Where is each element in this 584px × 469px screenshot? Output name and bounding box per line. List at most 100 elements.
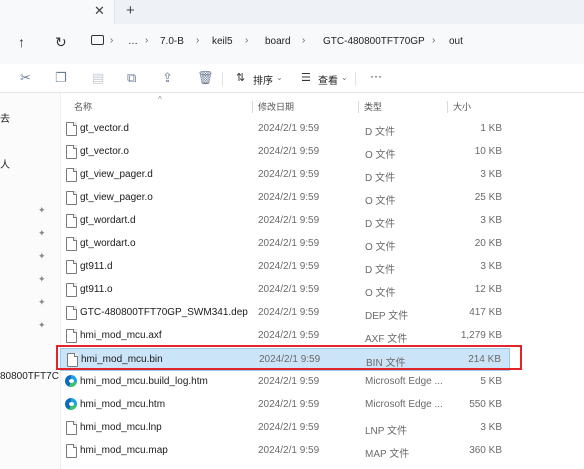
- file-type: LNP 文件: [365, 426, 408, 437]
- file-row[interactable]: hmi_mod_mcu.map 2024/2/1 9:59 MAP 文件 360 KB: [60, 440, 510, 463]
- up-icon[interactable]: ↑: [18, 34, 25, 50]
- file-icon: [66, 237, 77, 251]
- command-bar: ✂ ❐ ▤ ⧉ ⇪ 🗑 ⇅ 排序 ⌄ ☰ 查看 ⌄ ···: [0, 64, 584, 93]
- file-name: gt_vector.o: [80, 146, 129, 157]
- chevron-down-icon: ⌄: [276, 73, 283, 82]
- column-header-date[interactable]: 修改日期: [258, 100, 294, 113]
- file-date: 2024/2/1 9:59: [258, 169, 320, 180]
- file-icon: [66, 145, 77, 159]
- breadcrumb-item[interactable]: keil5: [212, 36, 233, 47]
- tab-current[interactable]: ✕: [0, 0, 115, 24]
- file-date: 2024/2/1 9:59: [258, 422, 320, 433]
- file-type: D 文件: [365, 219, 395, 230]
- edge-icon: [65, 398, 77, 410]
- view-button[interactable]: 查看: [318, 72, 338, 87]
- file-name: hmi_mod_mcu.lnp: [80, 422, 162, 433]
- column-header-type[interactable]: 类型: [364, 100, 382, 113]
- file-row[interactable]: gt_vector.o 2024/2/1 9:59 O 文件 10 KB: [60, 141, 510, 164]
- pin-icon: ✦: [38, 274, 46, 284]
- file-icon: [66, 122, 77, 136]
- file-icon: [66, 444, 77, 458]
- nav-item[interactable]: 人: [0, 156, 10, 171]
- file-name: gt911.o: [80, 284, 113, 295]
- breadcrumb-item[interactable]: out: [449, 36, 463, 47]
- annotation-highlight-box: [56, 345, 522, 370]
- file-type: D 文件: [365, 127, 395, 138]
- sort-indicator-icon: ^: [158, 95, 162, 104]
- file-icon: [66, 283, 77, 297]
- breadcrumb-item[interactable]: GTC-480800TFT70GP: [323, 36, 425, 47]
- file-size: 25 KB: [474, 192, 502, 203]
- file-row[interactable]: hmi_mod_mcu.lnp 2024/2/1 9:59 LNP 文件 3 KB: [60, 417, 510, 440]
- file-date: 2024/2/1 9:59: [258, 123, 320, 134]
- file-name: gt_wordart.d: [80, 215, 136, 226]
- file-size: 3 KB: [480, 422, 502, 433]
- file-date: 2024/2/1 9:59: [258, 261, 320, 272]
- breadcrumb-item[interactable]: 7.0-B: [160, 36, 184, 47]
- close-tab-icon[interactable]: ✕: [94, 3, 105, 19]
- file-date: 2024/2/1 9:59: [258, 445, 320, 456]
- pin-icon: ✦: [38, 320, 46, 330]
- breadcrumb-more[interactable]: …: [128, 36, 138, 47]
- file-type: AXF 文件: [365, 334, 408, 345]
- pin-icon: ✦: [38, 228, 46, 238]
- file-row[interactable]: gt_view_pager.d 2024/2/1 9:59 D 文件 3 KB: [60, 164, 510, 187]
- file-row[interactable]: gt_wordart.d 2024/2/1 9:59 D 文件 3 KB: [60, 210, 510, 233]
- pin-icon: ✦: [38, 205, 46, 215]
- file-name: hmi_mod_mcu.axf: [80, 330, 162, 341]
- file-size: 3 KB: [480, 261, 502, 272]
- rename-icon[interactable]: ⧉: [127, 70, 136, 86]
- navigation-pane: 去 人 ✦ ✦ ✦ ✦ ✦ ✦ 80800TFT7C: [0, 93, 61, 469]
- file-row[interactable]: hmi_mod_mcu.build_log.htm 2024/2/1 9:59 Mi…: [60, 371, 510, 394]
- new-tab-button[interactable]: +: [126, 2, 135, 19]
- file-size: 12 KB: [474, 284, 502, 295]
- address-bar: ↑ ↻ › … › 7.0-B › keil5 › board › GTC-48…: [0, 24, 584, 64]
- file-name: gt_wordart.o: [80, 238, 136, 249]
- sort-icon[interactable]: ⇅: [236, 71, 245, 84]
- view-icon[interactable]: ☰: [301, 71, 311, 84]
- file-icon: [66, 329, 77, 343]
- file-date: 2024/2/1 9:59: [258, 284, 320, 295]
- file-row[interactable]: gt_vector.d 2024/2/1 9:59 D 文件 1 KB: [60, 118, 510, 141]
- nav-item[interactable]: 80800TFT7C: [0, 371, 59, 382]
- monitor-icon[interactable]: [91, 35, 104, 45]
- file-size: 3 KB: [480, 215, 502, 226]
- chevron-down-icon: ⌄: [341, 73, 348, 82]
- column-header-name[interactable]: 名称: [74, 100, 92, 113]
- delete-icon[interactable]: 🗑: [197, 70, 214, 86]
- edge-icon: [65, 375, 77, 387]
- file-size: 1 KB: [480, 123, 502, 134]
- file-name: GTC-480800TFT70GP_SWM341.dep: [80, 307, 248, 318]
- paste-icon[interactable]: ▤: [92, 70, 104, 86]
- file-row[interactable]: gt_view_pager.o 2024/2/1 9:59 O 文件 25 KB: [60, 187, 510, 210]
- sort-button[interactable]: 排序: [253, 72, 273, 87]
- file-row[interactable]: GTC-480800TFT70GP_SWM341.dep 2024/2/1 9:5…: [60, 302, 510, 325]
- file-date: 2024/2/1 9:59: [258, 330, 320, 341]
- more-options-button[interactable]: ···: [370, 69, 382, 83]
- pin-icon: ✦: [38, 297, 46, 307]
- column-header-size[interactable]: 大小: [453, 100, 471, 113]
- file-name: hmi_mod_mcu.htm: [80, 399, 166, 410]
- copy-icon[interactable]: ❐: [55, 70, 67, 86]
- file-date: 2024/2/1 9:59: [258, 215, 320, 226]
- file-type: D 文件: [365, 173, 395, 184]
- cut-icon[interactable]: ✂: [20, 70, 31, 86]
- nav-item[interactable]: 去: [0, 110, 10, 125]
- refresh-icon[interactable]: ↻: [55, 34, 67, 51]
- file-name: hmi_mod_mcu.map: [80, 445, 168, 456]
- file-name: gt911.d: [80, 261, 113, 272]
- tab-bar: ✕ +: [0, 0, 584, 24]
- file-type: DEP 文件: [365, 311, 409, 322]
- file-row[interactable]: gt911.o 2024/2/1 9:59 O 文件 12 KB: [60, 279, 510, 302]
- file-row[interactable]: hmi_mod_mcu.htm 2024/2/1 9:59 Microsoft Ed…: [60, 394, 510, 417]
- file-type: O 文件: [365, 242, 396, 253]
- file-icon: [66, 421, 77, 435]
- file-date: 2024/2/1 9:59: [258, 238, 320, 249]
- file-row[interactable]: gt911.d 2024/2/1 9:59 D 文件 3 KB: [60, 256, 510, 279]
- file-date: 2024/2/1 9:59: [258, 399, 320, 410]
- pin-icon: ✦: [38, 251, 46, 261]
- file-size: 20 KB: [474, 238, 502, 249]
- breadcrumb-item[interactable]: board: [265, 36, 291, 47]
- file-row[interactable]: gt_wordart.o 2024/2/1 9:59 O 文件 20 KB: [60, 233, 510, 256]
- share-icon[interactable]: ⇪: [162, 70, 173, 86]
